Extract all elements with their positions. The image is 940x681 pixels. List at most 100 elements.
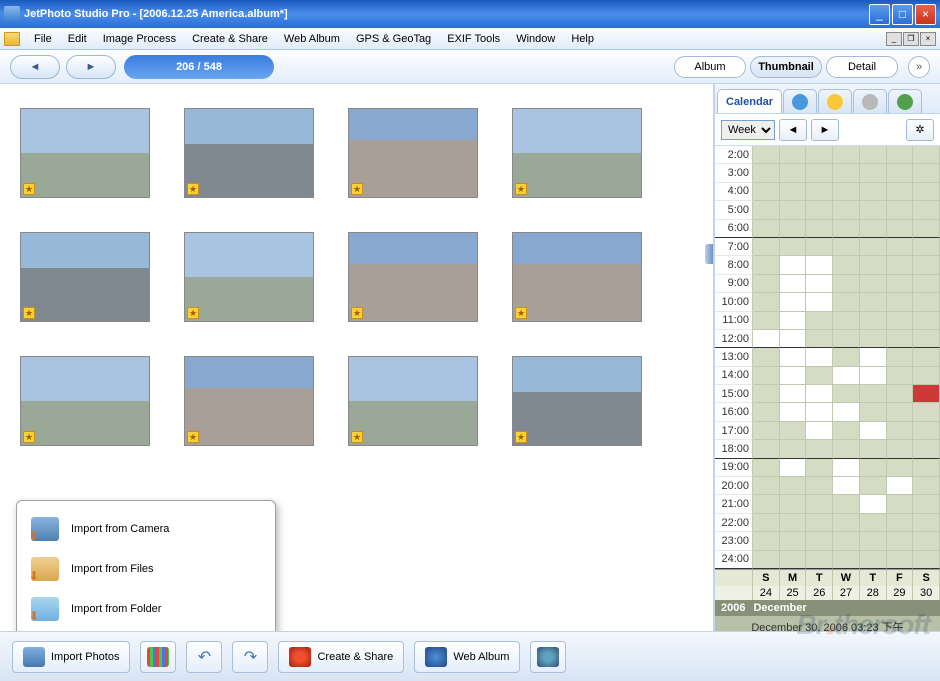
day-number[interactable]: 30	[913, 586, 940, 600]
menu-file[interactable]: File	[26, 31, 60, 47]
calendar-cell[interactable]	[806, 312, 833, 330]
calendar-cell[interactable]	[913, 312, 940, 330]
calendar-cell[interactable]	[860, 348, 887, 366]
calendar-cell[interactable]	[753, 495, 780, 513]
next-button[interactable]: ►	[66, 55, 116, 79]
calendar-cell[interactable]	[860, 551, 887, 569]
calendar-cell[interactable]	[833, 551, 860, 569]
calendar-cell[interactable]	[833, 275, 860, 293]
calendar-cell[interactable]	[753, 238, 780, 256]
thumbnail[interactable]: ★	[348, 356, 478, 446]
calendar-cell[interactable]	[860, 385, 887, 403]
calendar-cell[interactable]	[806, 532, 833, 550]
calendar-cell[interactable]	[806, 275, 833, 293]
calendar-cell[interactable]	[913, 220, 940, 238]
prev-button[interactable]: ◄	[10, 55, 60, 79]
calendar-cell[interactable]	[806, 238, 833, 256]
thumbnail[interactable]: ★	[348, 232, 478, 322]
day-number[interactable]: 25	[780, 586, 807, 600]
web-album-button[interactable]: Web Album	[414, 641, 520, 673]
calendar-cell[interactable]	[913, 275, 940, 293]
calendar-cell[interactable]	[780, 146, 807, 164]
calendar-cell[interactable]	[753, 164, 780, 182]
tab-detail[interactable]: Detail	[826, 56, 898, 78]
calendar-cell[interactable]	[887, 146, 914, 164]
calendar-cell[interactable]	[860, 312, 887, 330]
calendar-cell[interactable]	[860, 293, 887, 311]
calendar-cell[interactable]	[860, 201, 887, 219]
calendar-cell[interactable]	[887, 201, 914, 219]
calendar-cell[interactable]	[753, 551, 780, 569]
mdi-restore-button[interactable]: ❐	[903, 32, 919, 46]
menu-window[interactable]: Window	[508, 31, 563, 47]
calendar-cell[interactable]	[780, 495, 807, 513]
calendar-cell[interactable]	[780, 551, 807, 569]
thumbnail[interactable]: ★	[184, 108, 314, 198]
calendar-cell[interactable]	[833, 183, 860, 201]
calendar-cell[interactable]	[753, 348, 780, 366]
close-button[interactable]: ×	[915, 4, 936, 25]
menu-edit[interactable]: Edit	[60, 31, 95, 47]
calendar-cell[interactable]	[753, 385, 780, 403]
menu-web-album[interactable]: Web Album	[276, 31, 348, 47]
calendar-cell[interactable]	[913, 514, 940, 532]
calendar-cell[interactable]	[780, 330, 807, 348]
calendar-cell[interactable]	[833, 146, 860, 164]
import-from-files[interactable]: ⬇ Import from Files	[17, 549, 275, 589]
calendar-cell[interactable]	[753, 440, 780, 458]
calendar-cell[interactable]	[780, 477, 807, 495]
calendar-cell[interactable]	[860, 238, 887, 256]
calendar-cell[interactable]	[806, 330, 833, 348]
calendar-cell[interactable]	[887, 220, 914, 238]
calendar-cell[interactable]	[806, 551, 833, 569]
calendar-cell[interactable]	[806, 256, 833, 274]
calendar-cell[interactable]	[913, 477, 940, 495]
calendar-cell[interactable]	[860, 146, 887, 164]
calendar-cell[interactable]	[913, 367, 940, 385]
calendar-cell[interactable]	[806, 220, 833, 238]
calendar-cell[interactable]	[753, 459, 780, 477]
calendar-cell[interactable]	[780, 164, 807, 182]
calendar-cell[interactable]	[913, 422, 940, 440]
calendar-cell[interactable]	[780, 514, 807, 532]
tab-info[interactable]	[783, 89, 817, 113]
calendar-cell[interactable]	[913, 256, 940, 274]
calendar-cell[interactable]	[887, 477, 914, 495]
calendar-cell[interactable]	[913, 385, 940, 403]
thumbnail[interactable]: ★	[512, 108, 642, 198]
calendar-cell[interactable]	[833, 367, 860, 385]
calendar-cell[interactable]	[780, 348, 807, 366]
calendar-cell[interactable]	[887, 348, 914, 366]
calendar-cell[interactable]	[833, 330, 860, 348]
calendar-cell[interactable]	[753, 330, 780, 348]
calendar-cell[interactable]	[833, 348, 860, 366]
calendar-cell[interactable]	[806, 164, 833, 182]
calendar-cell[interactable]	[860, 275, 887, 293]
day-number[interactable]: 27	[833, 586, 860, 600]
calendar-cell[interactable]	[913, 201, 940, 219]
arrange-button[interactable]	[140, 641, 176, 673]
redo-button[interactable]: ↷	[232, 641, 268, 673]
calendar-cell[interactable]	[860, 459, 887, 477]
calendar-cell[interactable]	[753, 422, 780, 440]
calendar-cell[interactable]	[753, 146, 780, 164]
import-from-scanner[interactable]: ⬇ Import from Scanner or Webcam	[17, 629, 275, 631]
calendar-cell[interactable]	[833, 514, 860, 532]
calendar-cell[interactable]	[860, 440, 887, 458]
calendar-cell[interactable]	[806, 385, 833, 403]
calendar-cell[interactable]	[806, 422, 833, 440]
calendar-cell[interactable]	[913, 146, 940, 164]
calendar-cell[interactable]	[753, 532, 780, 550]
calendar-cell[interactable]	[780, 532, 807, 550]
calendar-next-button[interactable]: ►	[811, 119, 839, 141]
calendar-cell[interactable]	[860, 164, 887, 182]
calendar-cell[interactable]	[887, 459, 914, 477]
calendar-cell[interactable]	[833, 459, 860, 477]
import-photos-button[interactable]: Import Photos	[12, 641, 130, 673]
calendar-cell[interactable]	[780, 201, 807, 219]
calendar-cell[interactable]	[913, 551, 940, 569]
calendar-cell[interactable]	[806, 201, 833, 219]
calendar-cell[interactable]	[913, 348, 940, 366]
calendar-prev-button[interactable]: ◄	[779, 119, 807, 141]
calendar-cell[interactable]	[860, 220, 887, 238]
